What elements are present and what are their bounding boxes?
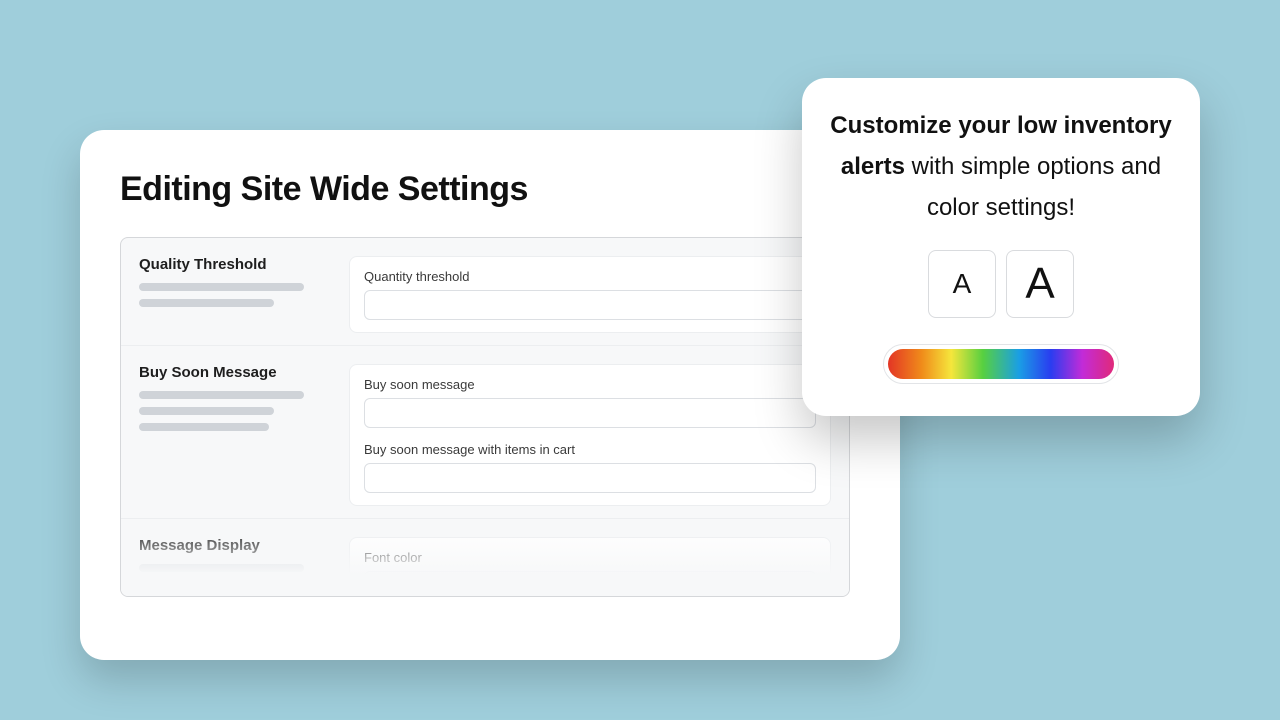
section-label: Message Display [139,537,339,554]
font-size-large-button[interactable]: A [1006,250,1074,318]
buy-soon-cart-message-input[interactable] [364,463,816,493]
popover-text: Customize your low inventory alerts with… [830,106,1172,228]
settings-body: Quality Threshold Quantity threshold Buy… [120,237,850,597]
color-hue-slider[interactable] [888,349,1114,379]
color-slider-wrap [883,344,1119,384]
field-group: Font color [364,550,816,597]
quantity-threshold-input[interactable] [364,290,816,320]
section-left: Buy Soon Message [139,364,339,439]
field-label: Buy soon message with items in cart [364,442,816,457]
popover-text-rest: with simple options and color settings! [905,153,1161,221]
placeholder-line [139,407,274,415]
font-size-small-button[interactable]: A [928,250,996,318]
settings-card: Editing Site Wide Settings Quality Thres… [80,130,900,660]
section-left: Message Display [139,537,339,596]
font-size-buttons: A A [830,250,1172,318]
field-label: Buy soon message [364,377,816,392]
field-group: Quantity threshold [364,269,816,320]
placeholder-line [139,564,304,572]
placeholder-line [139,580,274,588]
section-fields: Font color [349,537,831,597]
field-group: Buy soon message with items in cart [364,442,816,493]
font-color-input[interactable] [364,571,816,597]
section-label: Buy Soon Message [139,364,339,381]
placeholder-line [139,391,304,399]
page-title: Editing Site Wide Settings [120,170,860,209]
buy-soon-message-input[interactable] [364,398,816,428]
placeholder-line [139,423,269,431]
field-label: Font color [364,550,816,565]
section-fields: Buy soon message Buy soon message with i… [349,364,831,506]
section-fields: Quantity threshold [349,256,831,333]
section-left: Quality Threshold [139,256,339,315]
placeholder-line [139,299,274,307]
section-label: Quality Threshold [139,256,339,273]
section-buy-soon-message: Buy Soon Message Buy soon message Buy so… [121,345,849,518]
section-quality-threshold: Quality Threshold Quantity threshold [121,238,849,345]
field-group: Buy soon message [364,377,816,428]
popover-card: Customize your low inventory alerts with… [802,78,1200,416]
placeholder-line [139,283,304,291]
section-message-display: Message Display Font color [121,518,849,597]
field-label: Quantity threshold [364,269,816,284]
